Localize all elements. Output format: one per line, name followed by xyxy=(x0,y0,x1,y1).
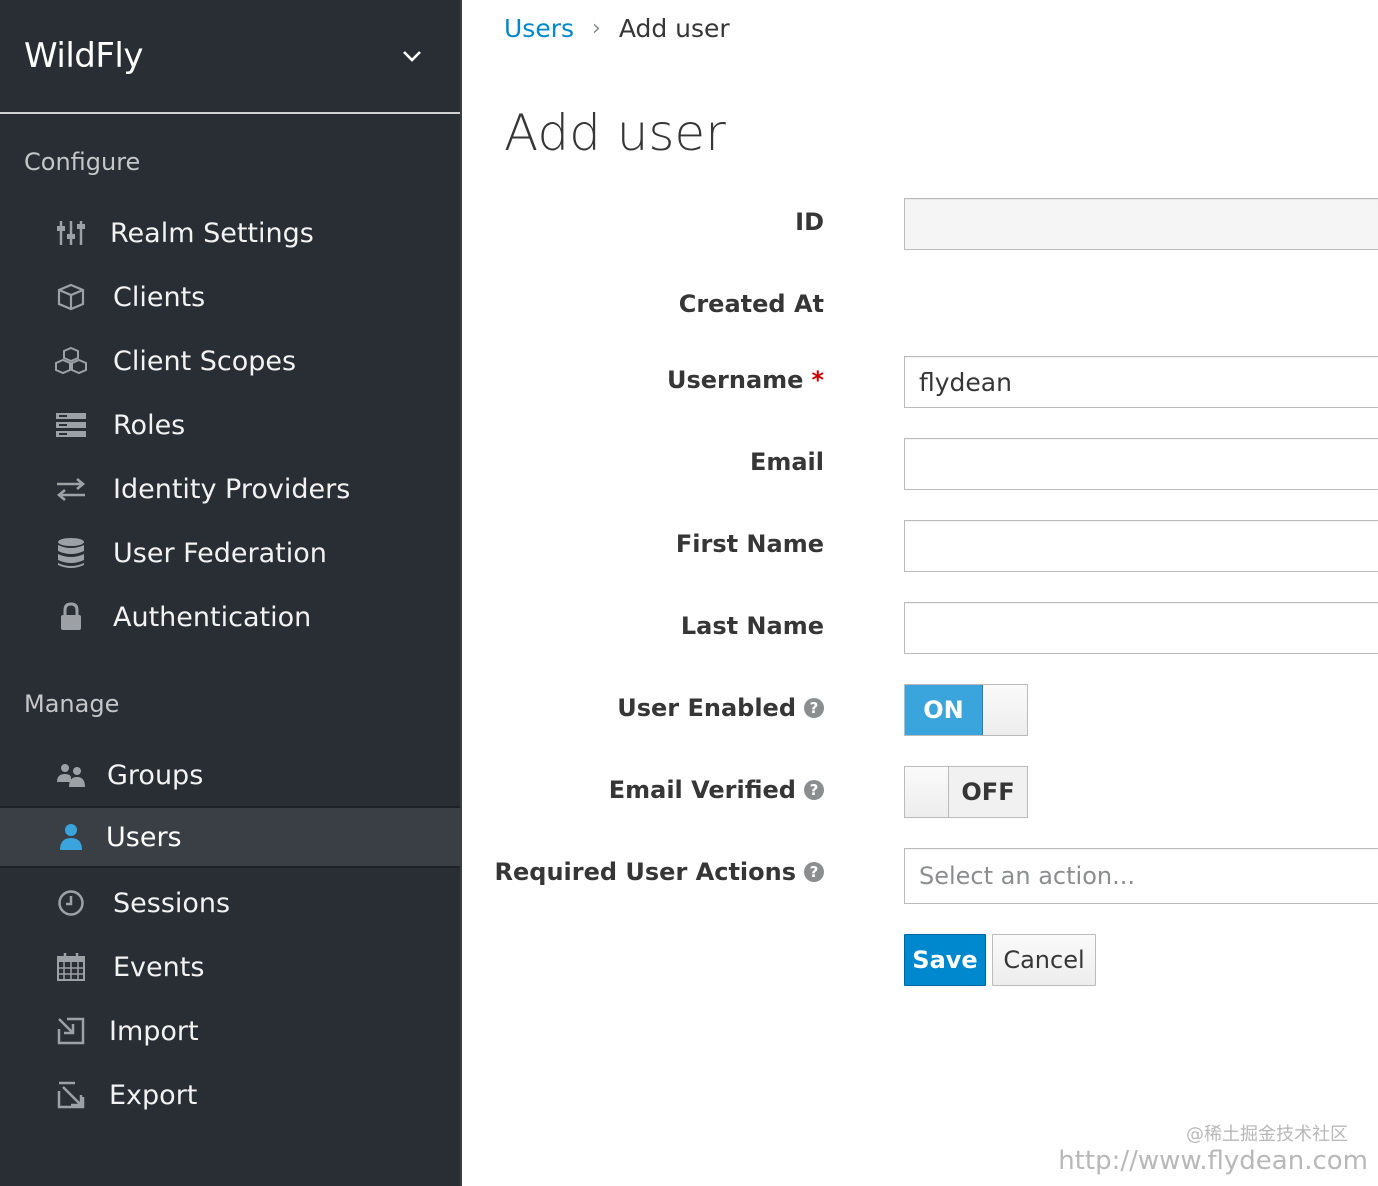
list-icon xyxy=(54,408,88,442)
export-icon xyxy=(54,1078,88,1112)
configure-section-title: Configure xyxy=(24,148,141,176)
required-asterisk: * xyxy=(811,366,824,394)
sidebar-item-export[interactable]: Export xyxy=(0,1064,462,1126)
breadcrumb-current: Add user xyxy=(618,14,730,43)
manage-section-title: Manage xyxy=(24,690,120,718)
sidebar-item-user-federation[interactable]: User Federation xyxy=(0,522,462,584)
cancel-button[interactable]: Cancel xyxy=(992,934,1096,986)
help-icon[interactable]: ? xyxy=(804,862,824,882)
last-name-input[interactable] xyxy=(904,602,1378,654)
sidebar-item-label: User Federation xyxy=(113,537,327,569)
breadcrumb-users-link[interactable]: Users xyxy=(504,14,574,43)
sidebar-item-label: Events xyxy=(113,951,205,983)
user-icon xyxy=(54,820,88,854)
watermark-line2: http://www.flydean.com xyxy=(1058,1146,1368,1176)
main-content: Users › Add user Add user ID Created At … xyxy=(464,0,1378,1186)
sidebar-item-authentication[interactable]: Authentication xyxy=(0,586,462,648)
sidebar-item-import[interactable]: Import xyxy=(0,1000,462,1062)
username-label: Username * xyxy=(666,366,824,394)
exchange-icon xyxy=(54,472,88,506)
import-icon xyxy=(54,1014,88,1048)
id-field[interactable] xyxy=(904,198,1378,250)
clock-icon xyxy=(54,886,88,920)
sidebar-item-label: Identity Providers xyxy=(113,473,351,505)
watermark: @稀土掘金技术社区 http://www.flydean.com xyxy=(1058,1120,1368,1176)
sidebar-item-events[interactable]: Events xyxy=(0,936,462,998)
sidebar-item-label: Authentication xyxy=(113,601,312,633)
users-icon xyxy=(54,758,88,792)
lock-icon xyxy=(54,600,88,634)
required-actions-select[interactable]: Select an action... xyxy=(904,848,1378,904)
toggle-knob xyxy=(983,685,1027,735)
email-verified-toggle[interactable]: OFF xyxy=(904,766,1028,818)
sidebar: WildFly Configure Realm Settings Clients… xyxy=(0,0,462,1186)
sidebar-item-label: Import xyxy=(109,1015,199,1047)
cube-icon xyxy=(54,280,88,314)
sidebar-item-label: Users xyxy=(106,821,182,853)
user-enabled-toggle[interactable]: ON xyxy=(904,684,1028,736)
created-at-label: Created At xyxy=(678,290,824,318)
sidebar-item-label: Sessions xyxy=(113,887,231,919)
sidebar-item-label: Clients xyxy=(113,281,206,313)
sidebar-item-client-scopes[interactable]: Client Scopes xyxy=(0,330,462,392)
calendar-icon xyxy=(54,950,88,984)
realm-selector[interactable]: WildFly xyxy=(0,0,462,114)
breadcrumb-separator-icon: › xyxy=(592,16,601,41)
breadcrumb: Users › Add user xyxy=(504,14,730,43)
user-enabled-label: User Enabled ? xyxy=(617,694,824,722)
page-title: Add user xyxy=(504,104,726,162)
toggle-knob xyxy=(905,767,949,817)
sidebar-item-roles[interactable]: Roles xyxy=(0,394,462,456)
chevron-down-icon xyxy=(403,51,421,62)
username-input[interactable]: flydean xyxy=(904,356,1378,408)
email-verified-label: Email Verified ? xyxy=(609,776,824,804)
last-name-label: Last Name xyxy=(680,612,824,640)
sidebar-item-label: Export xyxy=(109,1079,198,1111)
email-label: Email xyxy=(749,448,824,476)
sidebar-item-identity-providers[interactable]: Identity Providers xyxy=(0,458,462,520)
cubes-icon xyxy=(54,344,88,378)
sidebar-item-realm-settings[interactable]: Realm Settings xyxy=(0,202,462,264)
watermark-line1: @稀土掘金技术社区 xyxy=(1186,1124,1348,1145)
help-icon[interactable]: ? xyxy=(804,780,824,800)
sidebar-item-sessions[interactable]: Sessions xyxy=(0,872,462,934)
sidebar-item-users[interactable]: Users xyxy=(0,806,462,868)
toggle-on-label: ON xyxy=(905,685,983,735)
first-name-input[interactable] xyxy=(904,520,1378,572)
help-icon[interactable]: ? xyxy=(804,698,824,718)
database-icon xyxy=(54,536,88,570)
id-label: ID xyxy=(795,208,824,236)
email-input[interactable] xyxy=(904,438,1378,490)
save-button[interactable]: Save xyxy=(904,934,986,986)
sliders-icon xyxy=(54,216,88,250)
sidebar-item-groups[interactable]: Groups xyxy=(0,744,462,806)
required-actions-label: Required User Actions ? xyxy=(495,858,824,886)
toggle-off-label: OFF xyxy=(949,767,1027,817)
sidebar-item-label: Roles xyxy=(113,409,186,441)
sidebar-item-label: Realm Settings xyxy=(110,217,314,249)
first-name-label: First Name xyxy=(675,530,824,558)
sidebar-item-label: Groups xyxy=(107,759,204,791)
sidebar-item-clients[interactable]: Clients xyxy=(0,266,462,328)
sidebar-item-label: Client Scopes xyxy=(113,345,297,377)
realm-name: WildFly xyxy=(24,36,143,76)
